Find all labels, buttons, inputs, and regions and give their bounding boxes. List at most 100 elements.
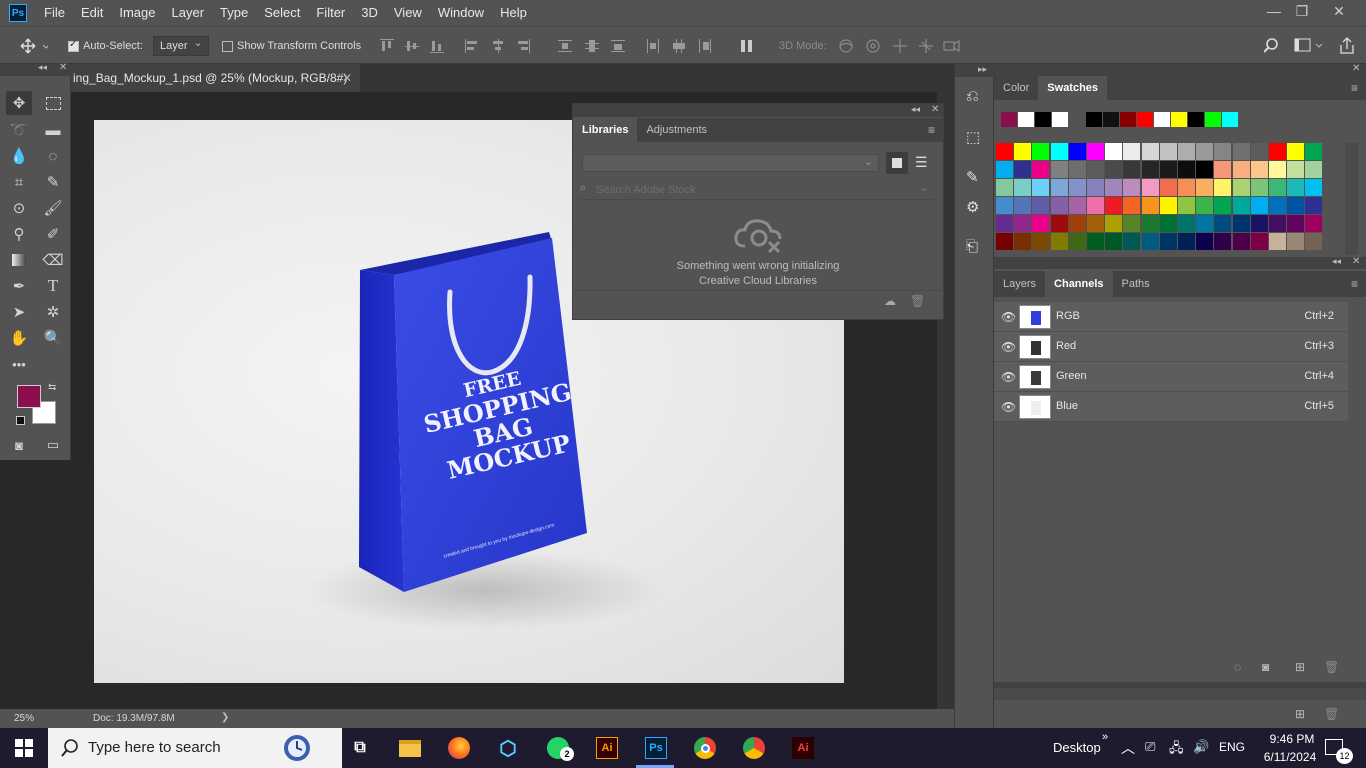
color-swatch[interactable] xyxy=(1232,161,1250,178)
tab-swatches[interactable]: Swatches xyxy=(1038,76,1108,100)
align-top-icon[interactable] xyxy=(380,39,394,53)
color-swatch[interactable] xyxy=(1105,161,1123,178)
color-swatch[interactable] xyxy=(1269,161,1286,178)
color-swatch[interactable] xyxy=(1087,215,1104,232)
load-channel-selection-icon[interactable]: ◌ xyxy=(1234,660,1241,674)
status-menu-arrow-icon[interactable]: ❯ xyxy=(221,712,229,723)
tab-layers[interactable]: Layers xyxy=(994,271,1045,297)
color-swatch[interactable] xyxy=(1087,197,1104,214)
properties-panel-icon[interactable]: ⚙ xyxy=(966,198,979,216)
hand-tool-icon[interactable]: ✋ xyxy=(6,326,32,350)
color-swatch[interactable] xyxy=(1014,161,1032,178)
color-swatch[interactable] xyxy=(1214,143,1232,160)
color-swatch[interactable] xyxy=(1287,215,1305,232)
close-channels-icon[interactable]: ✕ xyxy=(1352,256,1360,267)
color-swatch[interactable] xyxy=(1141,197,1159,214)
recent-swatch[interactable] xyxy=(1120,112,1136,127)
color-swatch[interactable] xyxy=(1178,179,1195,196)
color-swatch[interactable] xyxy=(1068,233,1086,250)
color-swatch[interactable] xyxy=(1014,143,1032,160)
adobe-stock-search[interactable]: ⌕ Search Adobe Stock ⌄ xyxy=(580,180,935,200)
clone-source-icon[interactable]: ⎗ xyxy=(966,238,978,255)
color-swatch[interactable] xyxy=(1305,161,1323,178)
delete-item-icon[interactable]: 🗑 xyxy=(1324,707,1339,721)
menu-file[interactable]: File xyxy=(36,0,73,26)
color-swatch[interactable] xyxy=(1123,179,1141,196)
channels-menu-icon[interactable]: ≡ xyxy=(1351,277,1358,291)
photoshop-taskbar-icon[interactable]: Ps xyxy=(642,734,670,762)
libraries-panel-menu-icon[interactable]: ≡ xyxy=(928,123,935,137)
recent-swatch[interactable] xyxy=(1052,112,1068,127)
color-swatch[interactable] xyxy=(1178,215,1195,232)
color-swatch[interactable] xyxy=(1250,215,1268,232)
color-swatch[interactable] xyxy=(1159,215,1177,232)
foreground-color-swatch[interactable] xyxy=(17,385,41,408)
color-swatch[interactable] xyxy=(1141,179,1159,196)
color-swatch[interactable] xyxy=(1159,233,1177,250)
collapse-libraries-icon[interactable]: ◂◂ xyxy=(911,104,920,115)
tab-paths[interactable]: Paths xyxy=(1113,271,1159,297)
desktop-expand-icon[interactable]: » xyxy=(1102,731,1108,743)
color-swatch[interactable] xyxy=(1159,161,1177,178)
color-swatch[interactable] xyxy=(1068,143,1086,160)
color-swatch[interactable] xyxy=(1123,197,1141,214)
distribute-top-icon[interactable] xyxy=(558,39,572,53)
color-swatch[interactable] xyxy=(1141,161,1159,178)
menu-view[interactable]: View xyxy=(386,0,430,26)
color-swatch[interactable] xyxy=(1250,179,1268,196)
distribute-right-icon[interactable] xyxy=(698,39,712,53)
color-swatch[interactable] xyxy=(1269,143,1286,160)
recent-swatch[interactable] xyxy=(1171,112,1187,127)
color-swatch[interactable] xyxy=(996,143,1013,160)
recent-swatch[interactable] xyxy=(1103,112,1119,127)
color-swatch[interactable] xyxy=(1214,215,1232,232)
channel-row-red[interactable]: 👁 Red Ctrl+3 xyxy=(994,332,1348,362)
color-swatch[interactable] xyxy=(1159,179,1177,196)
color-swatch[interactable] xyxy=(1032,215,1050,232)
menu-window[interactable]: Window xyxy=(430,0,492,26)
color-swatch[interactable] xyxy=(1123,215,1141,232)
color-swatch[interactable] xyxy=(1068,179,1086,196)
eyedropper-tool-icon[interactable]: ✎ xyxy=(40,170,66,194)
color-swatch[interactable] xyxy=(1250,143,1268,160)
color-swatch[interactable] xyxy=(1050,233,1068,250)
color-swatch[interactable] xyxy=(1123,233,1141,250)
close-libraries-icon[interactable]: ✕ xyxy=(931,104,939,115)
swatches-scrollbar[interactable] xyxy=(1345,143,1358,255)
close-right-panel-icon[interactable]: ✕ xyxy=(1352,63,1360,74)
eraser-tool-icon[interactable]: ⌫ xyxy=(40,248,66,272)
illustrator-dark-icon[interactable]: Ai xyxy=(789,734,817,762)
color-swatch[interactable] xyxy=(1287,233,1305,250)
channel-row-rgb[interactable]: 👁 RGB Ctrl+2 xyxy=(994,302,1348,332)
distribute-bottom-icon[interactable] xyxy=(611,39,625,53)
close-button[interactable]: ✕ xyxy=(1324,0,1354,24)
color-swatch[interactable] xyxy=(1250,233,1268,250)
meet-now-icon[interactable]: ⎚ xyxy=(1145,739,1155,755)
color-swatch[interactable] xyxy=(1232,143,1250,160)
color-swatch[interactable] xyxy=(1087,161,1104,178)
file-explorer-icon[interactable] xyxy=(396,734,424,762)
menu-edit[interactable]: Edit xyxy=(73,0,111,26)
color-swatch[interactable] xyxy=(1087,179,1104,196)
default-colors-icon[interactable] xyxy=(16,416,25,425)
channels-scrollbar[interactable] xyxy=(1348,302,1362,682)
color-swatch[interactable] xyxy=(1196,215,1214,232)
clock-date[interactable]: 6/11/2024 xyxy=(1255,750,1325,764)
color-swatch[interactable] xyxy=(1232,215,1250,232)
show-transform-checkbox[interactable]: Show Transform Controls xyxy=(222,27,361,65)
align-left-icon[interactable] xyxy=(465,39,479,53)
color-swatch[interactable] xyxy=(1159,143,1177,160)
color-swatch[interactable] xyxy=(1068,197,1086,214)
cortana-clock-icon[interactable] xyxy=(280,731,314,765)
align-right-icon[interactable] xyxy=(516,39,530,53)
color-swatch[interactable] xyxy=(1232,179,1250,196)
tab-libraries[interactable]: Libraries xyxy=(573,118,638,142)
color-swatch[interactable] xyxy=(1159,197,1177,214)
color-swatch[interactable] xyxy=(1196,179,1214,196)
recent-swatch[interactable] xyxy=(1001,112,1017,127)
search-icon[interactable] xyxy=(1264,37,1282,55)
save-selection-channel-icon[interactable]: ◙ xyxy=(1262,660,1269,674)
color-swatch[interactable] xyxy=(1305,215,1323,232)
firefox-icon[interactable] xyxy=(445,734,473,762)
color-swatch[interactable] xyxy=(1214,197,1232,214)
